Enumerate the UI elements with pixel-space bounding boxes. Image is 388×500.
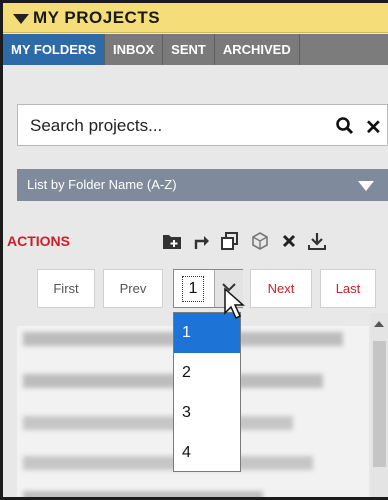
clear-search-icon[interactable]: ✕ <box>365 115 382 140</box>
page-select-value: 1 <box>182 276 204 302</box>
box-icon[interactable] <box>249 230 271 252</box>
list-item[interactable] <box>23 416 293 430</box>
prev-page-button[interactable]: Prev <box>103 269 163 308</box>
search-icon[interactable] <box>335 116 355 136</box>
download-icon[interactable] <box>307 230 327 252</box>
folder-tabs: MY FOLDERS INBOX SENT ARCHIVED <box>3 34 388 65</box>
panel-header[interactable]: MY PROJECTS <box>3 3 388 33</box>
panel-title: MY PROJECTS <box>33 8 161 27</box>
scrollbar-thumb[interactable] <box>373 341 386 467</box>
sort-label: List by Folder Name (A-Z) <box>27 177 177 192</box>
sort-select[interactable]: List by Folder Name (A-Z) <box>17 169 388 201</box>
search-input[interactable]: Search projects... ✕ <box>17 104 388 146</box>
page-option-2[interactable]: 2 <box>174 353 240 393</box>
mouse-cursor-icon <box>224 287 245 320</box>
share-icon[interactable] <box>191 230 213 252</box>
list-scrollbar[interactable] <box>371 313 388 497</box>
tab-sent[interactable]: SENT <box>163 34 215 65</box>
list-item[interactable] <box>23 491 263 497</box>
actions-label: ACTIONS <box>7 233 70 249</box>
first-page-button[interactable]: First <box>37 269 95 308</box>
new-folder-icon[interactable] <box>161 230 183 252</box>
list-item[interactable] <box>23 456 313 470</box>
tab-my-folders[interactable]: MY FOLDERS <box>3 34 105 65</box>
page-option-3[interactable]: 3 <box>174 393 240 433</box>
next-page-button[interactable]: Next <box>250 269 312 308</box>
copy-icon[interactable] <box>219 230 241 252</box>
delete-icon[interactable] <box>278 230 300 252</box>
my-projects-panel: MY PROJECTS MY FOLDERS INBOX SENT ARCHIV… <box>0 0 388 500</box>
scroll-up-icon[interactable] <box>374 321 384 327</box>
page-dropdown-menu: 1 2 3 4 <box>173 312 241 472</box>
tab-inbox[interactable]: INBOX <box>105 34 164 65</box>
chevron-down-icon <box>358 181 374 191</box>
collapse-triangle-icon[interactable] <box>13 14 29 24</box>
page-option-4[interactable]: 4 <box>174 433 240 473</box>
last-page-button[interactable]: Last <box>320 269 376 308</box>
tab-archived[interactable]: ARCHIVED <box>214 34 300 65</box>
search-placeholder: Search projects... <box>30 116 163 135</box>
pagination: First Prev 1 Next Last <box>37 269 388 309</box>
